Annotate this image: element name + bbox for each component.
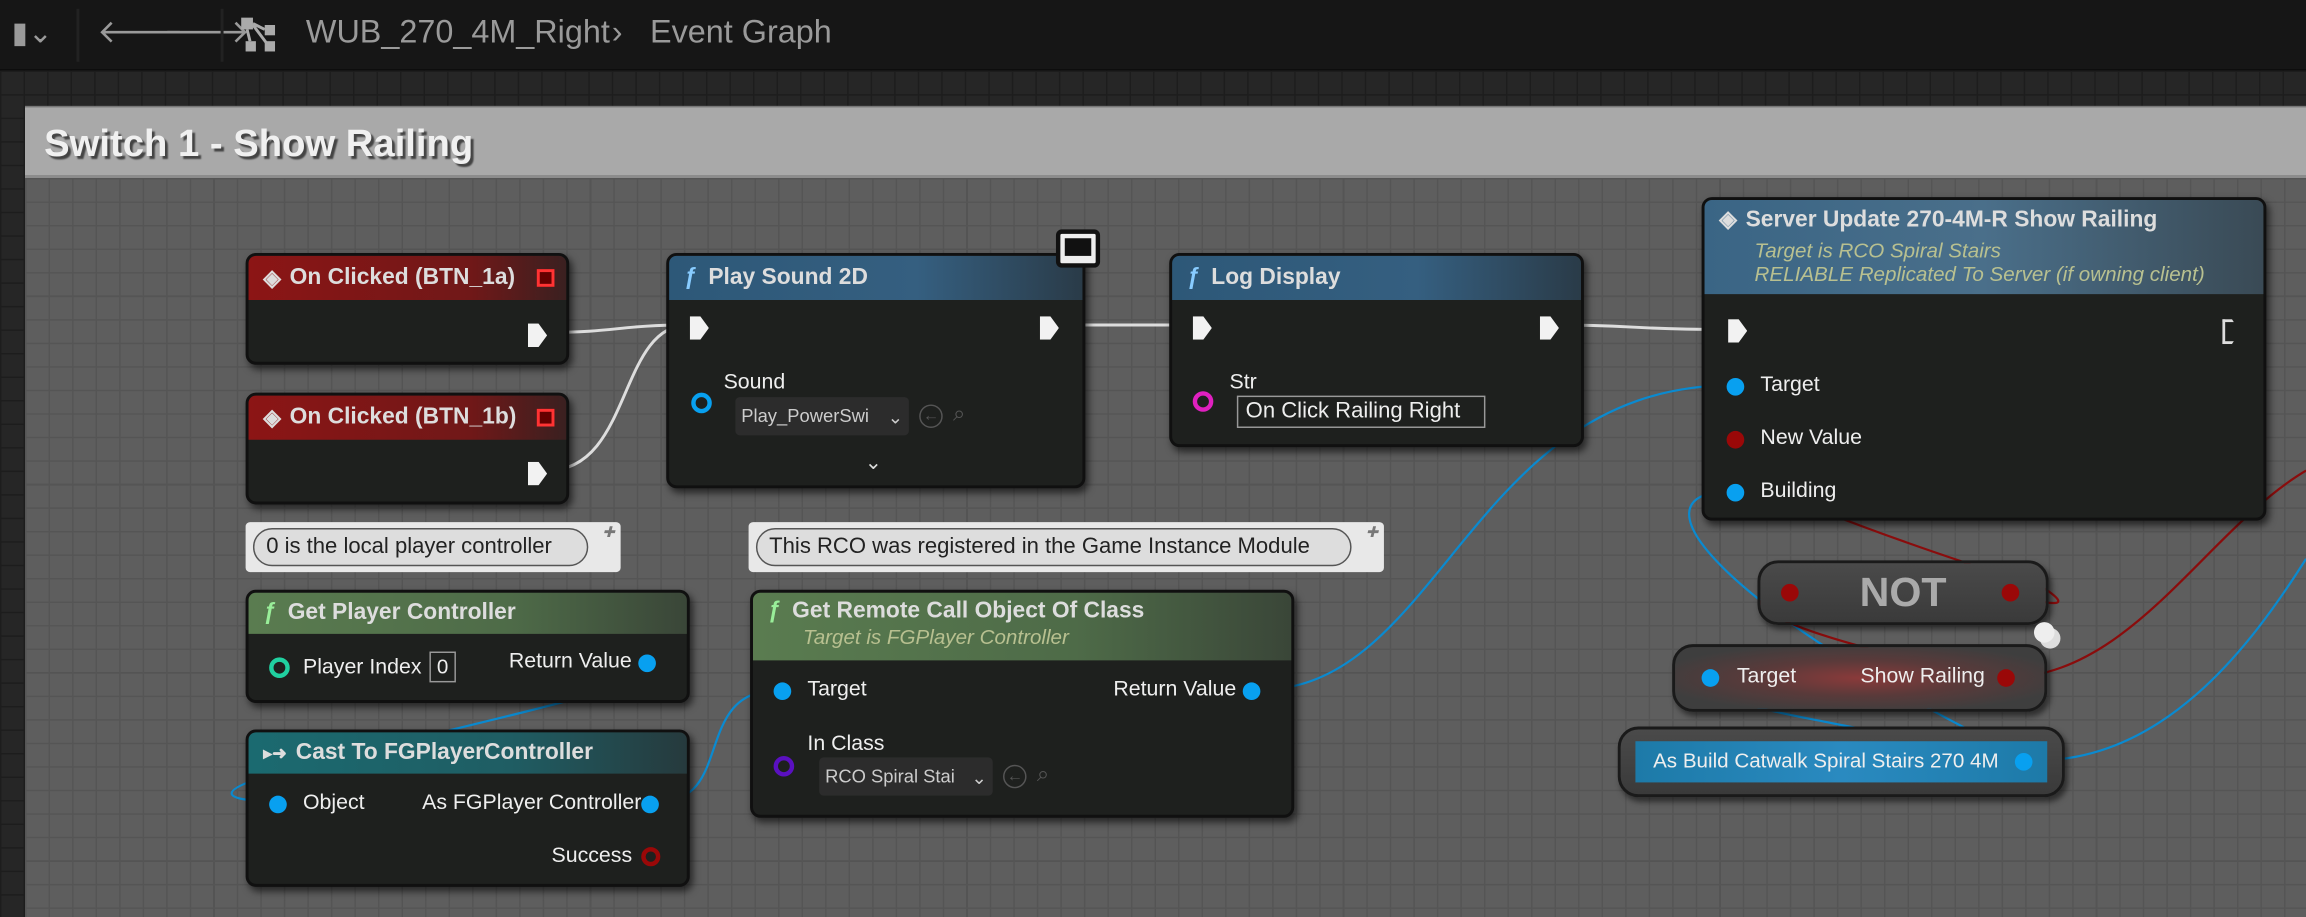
new-value-pin[interactable]	[1726, 430, 1745, 449]
event-node-on-clicked-btn-1a[interactable]: ◈ On Clicked (BTN_1a)	[245, 252, 570, 365]
node-header: ƒ Play Sound 2D	[669, 255, 1083, 301]
building-label: Building	[1760, 479, 1837, 503]
comment-bubble-text: 0 is the local player controller	[252, 527, 589, 567]
variable-name: As Build Catwalk Spiral Stairs 270 4M	[1653, 748, 1999, 773]
node-header: ◈ On Clicked (BTN_1b)	[248, 395, 567, 440]
node-header: ƒ Get Player Controller	[248, 592, 687, 634]
pin-icon[interactable]: ✚	[1366, 525, 1378, 541]
sound-pin[interactable]	[691, 392, 712, 414]
in-class-label: In Class	[807, 732, 885, 756]
object-pin[interactable]	[269, 795, 287, 814]
comment-bubble-text: This RCO was registered in the Game Inst…	[755, 527, 1352, 567]
event-node-on-clicked-btn-1b[interactable]: ◈ On Clicked (BTN_1b)	[245, 392, 570, 505]
node-title: Log Display	[1211, 264, 1341, 290]
comment-bubble[interactable]: 0 is the local player controller ✚	[245, 522, 621, 573]
get-show-railing-node[interactable]: Target Show Railing	[1672, 644, 2048, 712]
client-only-monitor-icon	[1055, 229, 1101, 268]
event-icon: ◈	[1719, 207, 1737, 233]
show-railing-pin[interactable]	[1997, 669, 2015, 687]
exec-out-pin[interactable]	[527, 323, 548, 348]
target-label: Target	[807, 677, 867, 702]
comment-bubble[interactable]: This RCO was registered in the Game Inst…	[748, 522, 1384, 573]
exec-out-pin-hollow[interactable]	[2222, 319, 2240, 345]
object-wire	[1688, 490, 2306, 762]
as-fgplayer-pin[interactable]	[641, 795, 659, 814]
in-class-pin[interactable]	[773, 755, 795, 777]
cast-node-fgplayercontroller[interactable]: ▸➜ Cast To FGPlayerController Object As F…	[245, 729, 690, 887]
reroute-knot-icon[interactable]	[2033, 622, 2055, 643]
node-header: ◈ On Clicked (BTN_1a)	[248, 255, 567, 301]
event-node-server-update[interactable]: ◈ Server Update 270-4M-R Show Railing Tar…	[1701, 197, 2267, 521]
event-icon: ◈	[263, 265, 281, 291]
node-subtitle: Target is FGPlayer Controller	[803, 625, 1069, 649]
exec-out-pin[interactable]	[1039, 316, 1059, 340]
target-label: Target	[1760, 373, 1820, 398]
in-class-dropdown[interactable]: RCO Spiral Stai ⌄	[819, 757, 993, 796]
sound-label: Sound	[723, 370, 786, 395]
str-pin[interactable]	[1192, 391, 1214, 412]
exec-out-pin[interactable]	[527, 461, 548, 486]
return-value-label: Return Value	[508, 650, 632, 674]
player-index-input[interactable]: 0	[429, 651, 456, 683]
node-subtitle: RELIABLE Replicated To Server (if owning…	[1754, 261, 2205, 286]
not-node[interactable]: NOT	[1757, 560, 2049, 626]
exec-in-pin[interactable]	[1728, 319, 1748, 343]
browse-search-icon[interactable]: ⌕	[1037, 762, 1049, 787]
object-label: Object	[302, 791, 365, 815]
exec-out-pin[interactable]	[1539, 316, 1559, 340]
function-node-get-remote-call-object[interactable]: ƒ Get Remote Call Object Of Class Target …	[750, 589, 1295, 818]
node-header: ƒ Get Remote Call Object Of Class Target …	[752, 592, 1292, 661]
return-value-pin[interactable]	[1242, 682, 1261, 701]
target-pin[interactable]	[773, 682, 792, 701]
delegate-pin-icon[interactable]	[536, 269, 555, 287]
use-selected-icon[interactable]: ←	[1003, 764, 1027, 789]
node-title: On Clicked (BTN_1b)	[289, 404, 517, 430]
expand-chevron-icon[interactable]: ⌄	[865, 450, 882, 475]
node-header: ◈ Server Update 270-4M-R Show Railing Tar…	[1704, 200, 2264, 295]
as-fgplayer-label: As FGPlayer Controller	[422, 791, 642, 815]
cast-icon: ▸➜	[263, 742, 287, 764]
function-icon: ƒ	[263, 600, 276, 626]
delegate-pin-icon[interactable]	[536, 408, 555, 427]
return-value-pin[interactable]	[638, 654, 656, 673]
function-icon: ƒ	[767, 598, 781, 624]
function-node-get-player-controller[interactable]: ƒ Get Player Controller Player Index 0 Re…	[245, 589, 690, 703]
node-title: Get Player Controller	[287, 600, 516, 626]
function-icon: ƒ	[1186, 264, 1200, 290]
str-input[interactable]: On Click Railing Right	[1236, 395, 1486, 428]
function-node-log-display[interactable]: ƒ Log Display Str On Click Railing Right	[1169, 252, 1584, 448]
success-pin[interactable]	[641, 847, 661, 867]
building-pin[interactable]	[1726, 483, 1745, 502]
node-title: Cast To FGPlayerController	[295, 739, 593, 765]
node-subtitle: Target is RCO Spiral Stairs	[1754, 238, 2001, 262]
node-title: Server Update 270-4M-R Show Railing	[1745, 207, 2158, 233]
variable-node-as-build-catwalk[interactable]: As Build Catwalk Spiral Stairs 270 4M	[1617, 726, 2065, 798]
str-label: Str	[1229, 370, 1257, 395]
target-pin[interactable]	[1701, 669, 1720, 687]
function-icon: ƒ	[683, 264, 697, 290]
target-label: Target	[1736, 664, 1797, 689]
exec-in-pin[interactable]	[689, 316, 709, 340]
new-value-label: New Value	[1760, 426, 1862, 451]
pin-icon[interactable]: ✚	[602, 525, 614, 541]
node-header: ƒ Log Display	[1172, 255, 1582, 301]
show-railing-label: Show Railing	[1860, 664, 1985, 689]
output-pin[interactable]	[2001, 583, 2020, 602]
node-header: ▸➜ Cast To FGPlayerController	[248, 732, 687, 774]
exec-in-pin[interactable]	[1192, 316, 1212, 340]
variable-output-pin[interactable]	[2014, 752, 2033, 771]
return-value-label: Return Value	[1113, 677, 1237, 702]
browse-search-icon[interactable]: ⌕	[953, 402, 965, 427]
node-title: Play Sound 2D	[708, 264, 868, 290]
event-icon: ◈	[263, 405, 281, 431]
use-selected-icon[interactable]: ←	[919, 404, 943, 428]
player-index-label: Player Index	[302, 655, 422, 680]
target-pin[interactable]	[1726, 377, 1745, 396]
player-index-pin[interactable]	[269, 657, 290, 678]
success-label: Success	[551, 844, 633, 868]
sound-asset-dropdown[interactable]: Play_PowerSwi ⌄	[735, 397, 909, 436]
node-title: Get Remote Call Object Of Class	[792, 598, 1145, 624]
node-title: On Clicked (BTN_1a)	[289, 264, 516, 290]
function-node-play-sound-2d[interactable]: ƒ Play Sound 2D Sound Play_PowerSwi ⌄ ← ⌕ …	[666, 252, 1086, 489]
